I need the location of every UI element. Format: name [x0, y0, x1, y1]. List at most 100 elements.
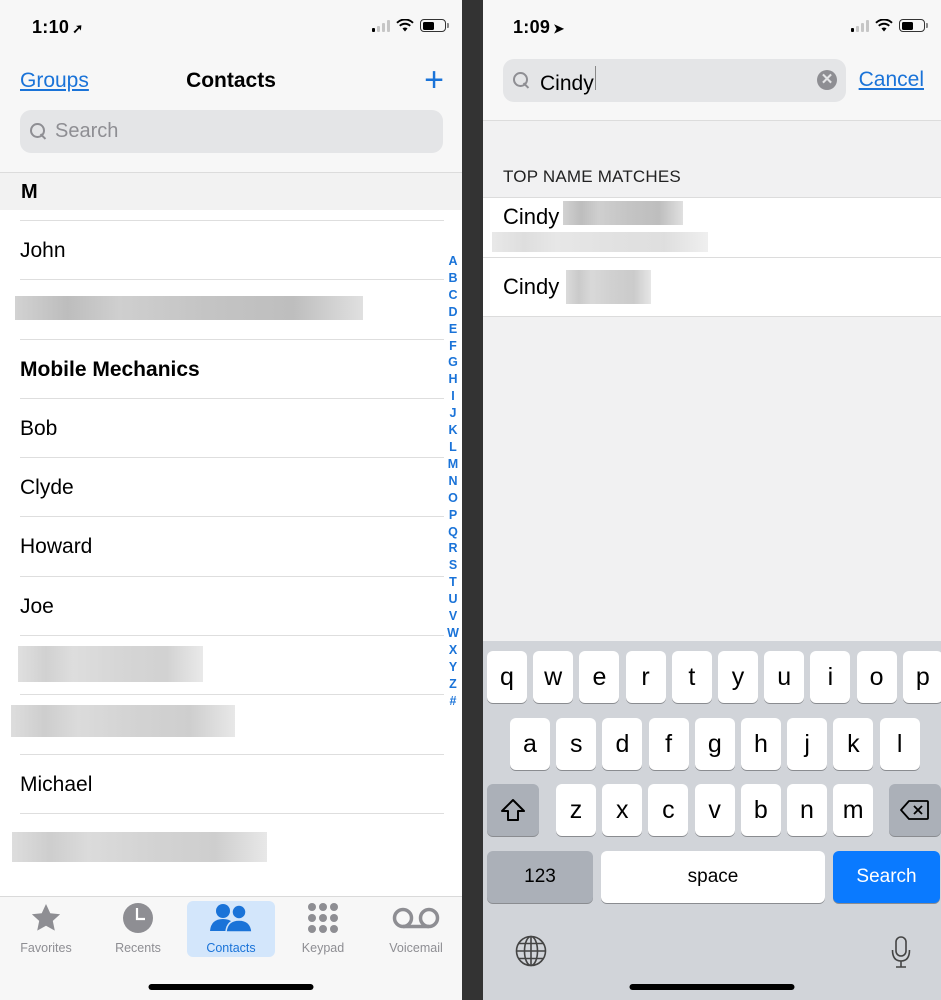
key-g[interactable]: g: [694, 718, 735, 770]
contact-row[interactable]: John: [20, 220, 444, 279]
key-p[interactable]: p: [902, 651, 941, 703]
match-row[interactable]: Cindy: [483, 198, 941, 257]
contact-row-redacted[interactable]: [12, 812, 444, 872]
search-input[interactable]: Search: [20, 110, 443, 153]
key-e[interactable]: e: [579, 651, 620, 703]
index-letter[interactable]: Y: [449, 659, 457, 676]
key-h[interactable]: h: [741, 718, 781, 770]
index-letter[interactable]: I: [451, 388, 454, 405]
redacted-subtitle: [492, 232, 708, 252]
index-letter[interactable]: G: [448, 354, 458, 371]
key-k[interactable]: k: [833, 718, 874, 770]
contact-row-redacted[interactable]: [11, 694, 444, 753]
match-row[interactable]: Cindy: [483, 257, 941, 316]
contact-row[interactable]: Joe: [20, 575, 444, 635]
tab-contacts[interactable]: Contacts: [187, 901, 275, 957]
index-letter[interactable]: K: [448, 422, 457, 439]
index-letter[interactable]: N: [448, 473, 457, 490]
microphone-icon[interactable]: [891, 936, 911, 968]
tab-recents[interactable]: Recents: [94, 901, 182, 957]
contact-row[interactable]: Howard: [20, 516, 444, 575]
key-a[interactable]: a: [510, 718, 550, 770]
index-letter[interactable]: W: [447, 625, 459, 642]
index-letter[interactable]: Q: [448, 524, 458, 541]
contact-row[interactable]: Michael: [20, 753, 444, 813]
signal-icon: [851, 19, 869, 32]
key-b[interactable]: b: [740, 784, 781, 836]
clear-search-button[interactable]: ✕: [817, 70, 837, 90]
location-arrow-icon: ➤: [553, 21, 565, 36]
contact-row[interactable]: Clyde: [20, 457, 444, 516]
index-letter[interactable]: E: [449, 321, 457, 338]
tab-keypad[interactable]: Keypad: [279, 901, 367, 957]
key-l[interactable]: l: [879, 718, 920, 770]
index-letter[interactable]: O: [448, 490, 458, 507]
contact-row[interactable]: Bob: [20, 397, 444, 457]
redacted-name: [11, 705, 235, 738]
key-s[interactable]: s: [556, 718, 597, 770]
globe-icon[interactable]: [515, 935, 547, 967]
key-c[interactable]: c: [648, 784, 689, 836]
key-j[interactable]: j: [787, 718, 828, 770]
key-x[interactable]: x: [602, 784, 643, 836]
redacted-name: [12, 831, 267, 862]
key-o[interactable]: o: [856, 651, 897, 703]
index-letter[interactable]: R: [448, 540, 457, 557]
contact-name: John: [20, 239, 66, 262]
index-letter[interactable]: T: [449, 574, 457, 591]
numbers-key[interactable]: 123: [487, 851, 593, 903]
tab-voicemail[interactable]: Voicemail: [372, 901, 460, 957]
shift-key[interactable]: [487, 784, 539, 836]
key-f[interactable]: f: [648, 718, 689, 770]
alphabet-index[interactable]: A B C D E F G H I J K L M N O P Q R S T U V W X Y Z #: [444, 253, 462, 709]
search-input[interactable]: Cindy ✕: [503, 59, 846, 102]
matches-list: Cindy Cindy: [483, 197, 941, 317]
index-letter[interactable]: Z: [449, 676, 457, 693]
key-i[interactable]: i: [810, 651, 851, 703]
key-q[interactable]: q: [487, 651, 527, 703]
index-letter[interactable]: M: [448, 456, 458, 473]
index-letter[interactable]: L: [449, 439, 457, 456]
contact-row-redacted[interactable]: [18, 635, 444, 694]
key-y[interactable]: y: [718, 651, 758, 703]
key-r[interactable]: r: [625, 651, 666, 703]
index-letter[interactable]: V: [449, 608, 457, 625]
add-contact-button[interactable]: +: [424, 63, 444, 97]
index-letter[interactable]: U: [448, 591, 457, 608]
tab-favorites[interactable]: Favorites: [2, 901, 90, 957]
key-n[interactable]: n: [787, 784, 827, 836]
plus-icon: +: [424, 61, 444, 99]
section-letter: M: [21, 181, 38, 203]
index-letter[interactable]: A: [448, 253, 457, 270]
location-arrow-icon: ➚: [72, 21, 84, 36]
index-letter[interactable]: S: [449, 557, 457, 574]
contact-row[interactable]: Mobile Mechanics: [20, 338, 444, 398]
home-indicator[interactable]: [148, 984, 314, 990]
index-letter[interactable]: B: [448, 270, 457, 287]
key-m[interactable]: m: [833, 784, 874, 836]
tab-label: Voicemail: [389, 941, 443, 955]
contact-name: Joe: [20, 594, 54, 618]
home-indicator[interactable]: [629, 984, 795, 990]
space-key[interactable]: space: [601, 851, 825, 903]
index-letter[interactable]: D: [448, 304, 457, 321]
index-letter[interactable]: C: [448, 287, 457, 304]
index-letter[interactable]: H: [448, 371, 457, 388]
redacted-surname: [566, 270, 651, 304]
index-letter[interactable]: X: [449, 642, 457, 659]
index-letter[interactable]: F: [449, 338, 457, 355]
key-z[interactable]: z: [556, 784, 596, 836]
tab-bar: Favorites Recents Contacts Keypad Voicem…: [0, 896, 462, 1000]
key-t[interactable]: t: [671, 651, 712, 703]
index-letter[interactable]: J: [450, 405, 457, 422]
cancel-button[interactable]: Cancel: [859, 68, 924, 92]
search-key[interactable]: Search: [833, 851, 940, 903]
key-v[interactable]: v: [694, 784, 735, 836]
key-d[interactable]: d: [602, 718, 643, 770]
key-w[interactable]: w: [533, 651, 574, 703]
key-u[interactable]: u: [764, 651, 805, 703]
index-letter[interactable]: P: [449, 507, 457, 524]
backspace-key[interactable]: [889, 784, 941, 836]
index-letter[interactable]: #: [450, 693, 457, 710]
contact-row-redacted[interactable]: [15, 279, 444, 338]
